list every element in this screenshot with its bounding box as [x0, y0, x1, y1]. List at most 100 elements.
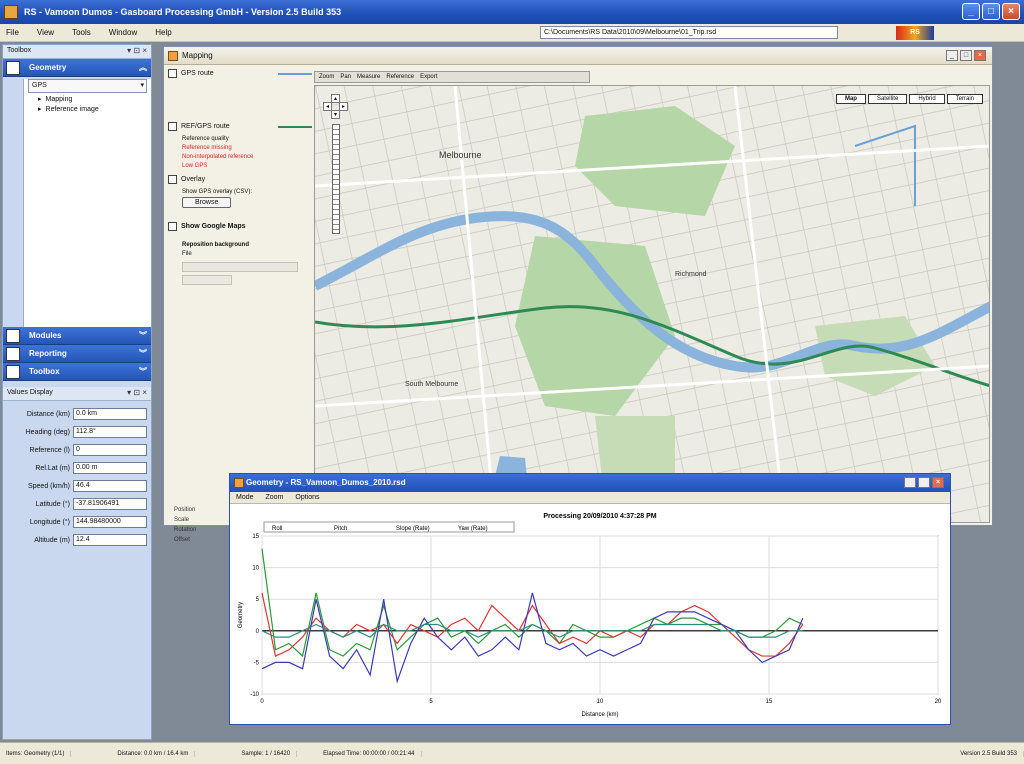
toolbar-reference[interactable]: Reference [386, 74, 414, 80]
minimize-button[interactable]: _ [904, 477, 916, 488]
menu-file[interactable]: File [6, 28, 19, 37]
value-field: 12.4 [73, 534, 147, 546]
chart-window-title: Geometry - RS_Vamoon_Dumos_2010.rsd [246, 478, 406, 487]
map-label-richmond: Richmond [675, 271, 707, 278]
x-tick-label: 10 [597, 699, 604, 705]
gps-selector[interactable]: GPS ▾ [28, 79, 147, 93]
y-tick-label: -10 [250, 692, 259, 698]
gps-route-label: GPS route [181, 70, 214, 77]
chart-titlebar: Geometry - RS_Vamoon_Dumos_2010.rsd _ □ … [230, 474, 950, 492]
menu-view[interactable]: View [37, 28, 54, 37]
section-geometry[interactable]: Geometry ︽ [3, 59, 151, 77]
overlay-option[interactable]: Overlay [168, 175, 312, 184]
warning-text: Reference missing [182, 145, 232, 151]
minimize-button[interactable]: _ [962, 3, 980, 20]
ref-route-option[interactable]: REF/GPS route [168, 122, 312, 131]
menu-window[interactable]: Window [109, 28, 137, 37]
browse-button[interactable]: Browse [182, 197, 232, 208]
file-path-field[interactable]: C:\Documents\RS Data\2010\09\Melbourne\0… [540, 26, 838, 39]
overlay-label: Overlay [181, 176, 206, 183]
toolbar-zoom[interactable]: Zoom [319, 74, 334, 80]
bottom-label: Scale [174, 517, 190, 523]
google-maps-checkbox[interactable] [168, 222, 177, 231]
values-header: Values Display ▾ ⊡ × [3, 387, 151, 401]
ref-route-checkbox[interactable] [168, 122, 177, 131]
blue-legend-line [278, 72, 312, 75]
zoom-slider[interactable] [332, 124, 340, 234]
value-field: 0.00 m [73, 462, 147, 474]
pan-right-icon[interactable]: ▸ [339, 102, 348, 111]
maximize-button[interactable]: □ [960, 50, 972, 61]
close-button[interactable]: × [1002, 3, 1020, 20]
google-maps-option[interactable]: Show Google Maps [168, 222, 312, 231]
chevron-down-icon: ︾ [139, 349, 147, 358]
chart-menu-zoom[interactable]: Zoom [266, 494, 284, 501]
pin-icon[interactable]: ▾ ⊡ × [127, 388, 147, 397]
map-bottom-labels: Position Scale Rotation Offset [174, 505, 196, 545]
close-button[interactable]: × [932, 477, 944, 488]
map-type-map[interactable]: Map [835, 94, 866, 104]
chart-menu-options[interactable]: Options [295, 494, 319, 501]
overlay-checkbox[interactable] [168, 175, 177, 184]
map-type-terrain[interactable]: Terrain [946, 94, 983, 104]
value-label: Reference (l) [29, 446, 70, 454]
value-label: Rel.Lat (m) [35, 464, 70, 472]
close-button[interactable]: × [974, 50, 986, 61]
ref-route-label: REF/GPS route [181, 123, 230, 130]
x-tick-label: 15 [766, 699, 773, 705]
pin-icon[interactable]: ▾ ⊡ × [127, 46, 147, 55]
chart-area[interactable]: Processing 20/09/2010 4:37:28 PM Roll Pitc… [234, 506, 946, 720]
y-tick-label: -5 [254, 660, 260, 666]
map-type-hybrid[interactable]: Hybrid [909, 94, 945, 104]
maximize-button[interactable]: □ [982, 3, 1000, 20]
chart-menu-mode[interactable]: Mode [236, 494, 254, 501]
modules-icon [6, 329, 20, 343]
menubar: File View Tools Window Help [0, 24, 1024, 42]
bottom-label: Position [174, 507, 196, 513]
x-tick-label: 5 [429, 699, 433, 705]
section-modules[interactable]: Modules ︾ [3, 327, 151, 345]
map-type-buttons: Map Satellite Hybrid Terrain [835, 94, 983, 104]
toolbar-pan[interactable]: Pan [340, 74, 351, 80]
map-view[interactable]: Melbourne South Melbourne Richmond ▴ ◂ ▸… [314, 85, 990, 523]
map-options-panel: GPS route REF/GPS route Reference qualit… [168, 69, 312, 543]
toolbar-measure[interactable]: Measure [357, 74, 380, 80]
value-field: -37.81906491 [73, 498, 147, 510]
value-field: 112.8° [73, 426, 147, 438]
pan-control[interactable]: ▴ ◂ ▸ ▾ [323, 94, 349, 120]
menu-help[interactable]: Help [155, 28, 171, 37]
google-maps-label: Show Google Maps [181, 223, 246, 230]
zoom-control[interactable]: ▴ ◂ ▸ ▾ [323, 94, 349, 238]
map-type-satellite[interactable]: Satellite [867, 94, 908, 104]
menu-tools[interactable]: Tools [72, 28, 91, 37]
ref-quality-label: Reference quality [182, 136, 229, 142]
toolbar-export[interactable]: Export [420, 74, 437, 80]
app-icon [4, 5, 18, 19]
toolbox-icon [6, 365, 20, 379]
warning-text: Non-interpolated reference [182, 154, 254, 160]
section-reporting[interactable]: Reporting ︾ [3, 345, 151, 363]
value-row: Rel.Lat (m) 0.00 m [3, 461, 151, 475]
legend-entry: Yaw (Rate) [458, 526, 488, 532]
gps-route-option[interactable]: GPS route [168, 69, 312, 78]
background-file-input[interactable] [182, 262, 298, 272]
status-items: Items: Geometry (1/1) [0, 750, 72, 757]
tree-item-mapping[interactable]: Mapping [24, 95, 151, 105]
section-toolbox[interactable]: Toolbox ︾ [3, 363, 151, 381]
gps-route-checkbox[interactable] [168, 69, 177, 78]
value-row: Distance (km) 0.0 km [3, 407, 151, 421]
tree-item-reference[interactable]: Reference image [24, 105, 151, 115]
legend-entry: Slope (Rate) [396, 526, 430, 532]
values-list: Distance (km) 0.0 km Heading (deg) 112.8… [3, 407, 151, 547]
status-elapsed: Elapsed Time: 00:00:00 / 00:21:44 [317, 750, 422, 757]
chart-menu: Mode Zoom Options [230, 492, 950, 504]
toolbox-title: Toolbox [7, 47, 32, 54]
y-tick-label: 5 [256, 597, 260, 603]
minimize-button[interactable]: _ [946, 50, 958, 61]
value-label: Distance (km) [26, 410, 70, 418]
dropdown-icon: ▾ [140, 82, 144, 89]
bottom-label: Offset [174, 537, 190, 543]
background-option-input[interactable] [182, 275, 232, 285]
maximize-button[interactable]: □ [918, 477, 930, 488]
pan-down-icon[interactable]: ▾ [331, 110, 340, 119]
